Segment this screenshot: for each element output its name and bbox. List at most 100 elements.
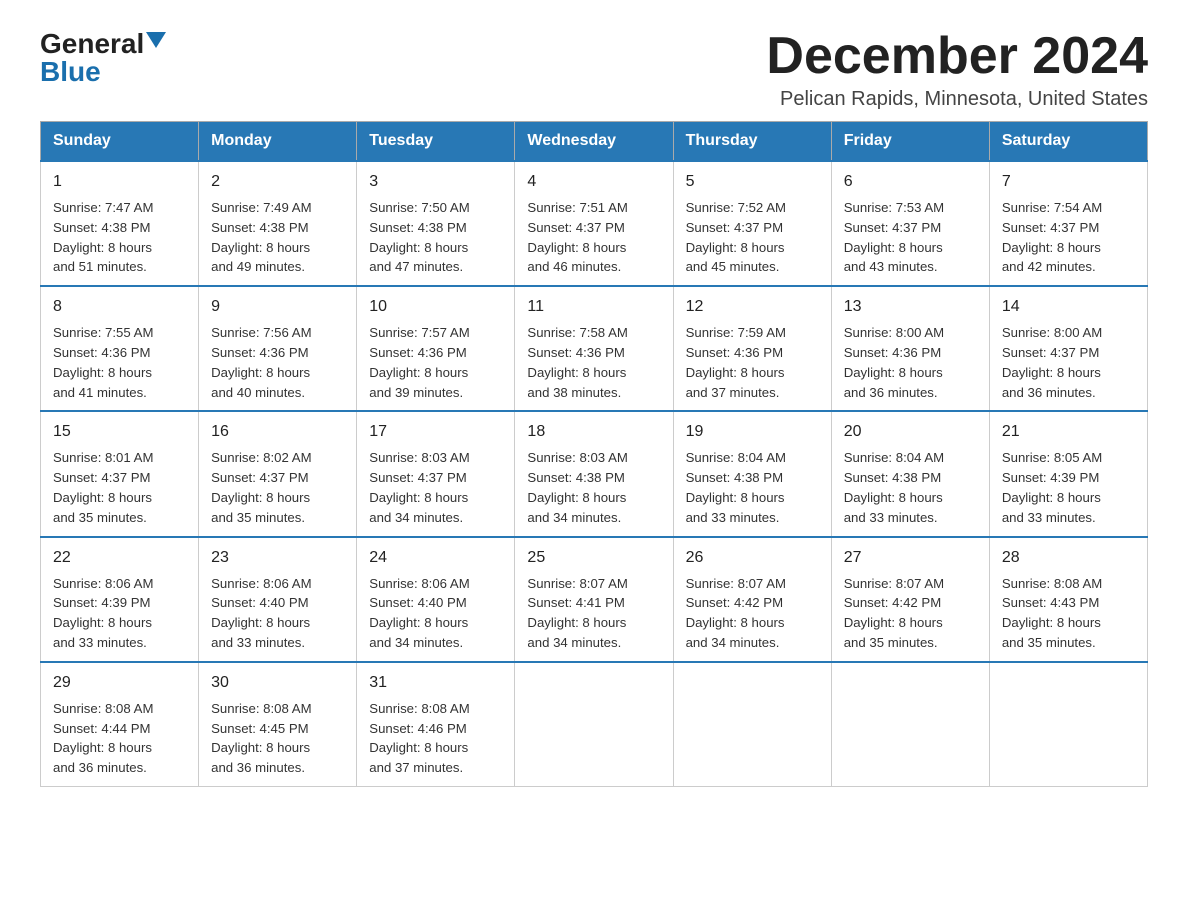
calendar-cell: 15 Sunrise: 8:01 AM Sunset: 4:37 PM Dayli… [41, 411, 199, 536]
day-number: 3 [369, 170, 502, 194]
day-info: Sunrise: 8:08 AM Sunset: 4:45 PM Dayligh… [211, 699, 344, 778]
day-of-week-header: Friday [831, 122, 989, 162]
calendar-cell: 20 Sunrise: 8:04 AM Sunset: 4:38 PM Dayli… [831, 411, 989, 536]
day-info: Sunrise: 7:58 AM Sunset: 4:36 PM Dayligh… [527, 323, 660, 402]
calendar-cell: 6 Sunrise: 7:53 AM Sunset: 4:37 PM Daylig… [831, 161, 989, 286]
calendar-cell: 26 Sunrise: 8:07 AM Sunset: 4:42 PM Dayli… [673, 537, 831, 662]
days-of-week-row: SundayMondayTuesdayWednesdayThursdayFrid… [41, 122, 1148, 162]
page-header: General Blue December 2024 Pelican Rapid… [40, 30, 1148, 111]
calendar-cell: 24 Sunrise: 8:06 AM Sunset: 4:40 PM Dayli… [357, 537, 515, 662]
day-number: 16 [211, 420, 344, 444]
day-number: 24 [369, 546, 502, 570]
day-info: Sunrise: 8:03 AM Sunset: 4:37 PM Dayligh… [369, 448, 502, 527]
day-info: Sunrise: 8:03 AM Sunset: 4:38 PM Dayligh… [527, 448, 660, 527]
logo: General Blue [40, 30, 166, 86]
day-number: 15 [53, 420, 186, 444]
calendar-week-row: 8Sunrise: 7:55 AM Sunset: 4:36 PM Daylig… [41, 286, 1148, 411]
day-info: Sunrise: 8:06 AM Sunset: 4:39 PM Dayligh… [53, 574, 186, 653]
day-number: 2 [211, 170, 344, 194]
day-of-week-header: Sunday [41, 122, 199, 162]
day-info: Sunrise: 8:04 AM Sunset: 4:38 PM Dayligh… [844, 448, 977, 527]
day-number: 4 [527, 170, 660, 194]
calendar-cell: 31 Sunrise: 8:08 AM Sunset: 4:46 PM Dayli… [357, 662, 515, 787]
day-number: 10 [369, 295, 502, 319]
day-of-week-header: Tuesday [357, 122, 515, 162]
day-of-week-header: Wednesday [515, 122, 673, 162]
calendar-cell: 1 Sunrise: 7:47 AM Sunset: 4:38 PM Daylig… [41, 161, 199, 286]
calendar-cell: 29 Sunrise: 8:08 AM Sunset: 4:44 PM Dayli… [41, 662, 199, 787]
calendar-cell: 9Sunrise: 7:56 AM Sunset: 4:36 PM Daylig… [199, 286, 357, 411]
day-info: Sunrise: 7:53 AM Sunset: 4:37 PM Dayligh… [844, 198, 977, 277]
day-info: Sunrise: 7:50 AM Sunset: 4:38 PM Dayligh… [369, 198, 502, 277]
day-info: Sunrise: 8:06 AM Sunset: 4:40 PM Dayligh… [369, 574, 502, 653]
calendar-cell: 30 Sunrise: 8:08 AM Sunset: 4:45 PM Dayli… [199, 662, 357, 787]
day-info: Sunrise: 8:08 AM Sunset: 4:43 PM Dayligh… [1002, 574, 1135, 653]
logo-triangle-icon [146, 32, 166, 48]
day-info: Sunrise: 7:57 AM Sunset: 4:36 PM Dayligh… [369, 323, 502, 402]
calendar-cell: 11 Sunrise: 7:58 AM Sunset: 4:36 PM Dayli… [515, 286, 673, 411]
day-number: 22 [53, 546, 186, 570]
day-number: 21 [1002, 420, 1135, 444]
day-info: Sunrise: 8:06 AM Sunset: 4:40 PM Dayligh… [211, 574, 344, 653]
calendar-cell [515, 662, 673, 787]
calendar-cell [831, 662, 989, 787]
calendar-cell: 2Sunrise: 7:49 AM Sunset: 4:38 PM Daylig… [199, 161, 357, 286]
calendar-cell [673, 662, 831, 787]
day-info: Sunrise: 8:01 AM Sunset: 4:37 PM Dayligh… [53, 448, 186, 527]
day-info: Sunrise: 7:54 AM Sunset: 4:37 PM Dayligh… [1002, 198, 1135, 277]
day-info: Sunrise: 8:07 AM Sunset: 4:42 PM Dayligh… [686, 574, 819, 653]
day-info: Sunrise: 8:08 AM Sunset: 4:44 PM Dayligh… [53, 699, 186, 778]
day-number: 20 [844, 420, 977, 444]
day-number: 7 [1002, 170, 1135, 194]
calendar-week-row: 1 Sunrise: 7:47 AM Sunset: 4:38 PM Daylig… [41, 161, 1148, 286]
day-info: Sunrise: 7:52 AM Sunset: 4:37 PM Dayligh… [686, 198, 819, 277]
calendar-cell: 18 Sunrise: 8:03 AM Sunset: 4:38 PM Dayli… [515, 411, 673, 536]
calendar-cell: 27 Sunrise: 8:07 AM Sunset: 4:42 PM Dayli… [831, 537, 989, 662]
day-info: Sunrise: 8:07 AM Sunset: 4:42 PM Dayligh… [844, 574, 977, 653]
day-info: Sunrise: 8:04 AM Sunset: 4:38 PM Dayligh… [686, 448, 819, 527]
day-number: 28 [1002, 546, 1135, 570]
day-number: 9 [211, 295, 344, 319]
calendar-header: SundayMondayTuesdayWednesdayThursdayFrid… [41, 122, 1148, 162]
calendar-cell: 23 Sunrise: 8:06 AM Sunset: 4:40 PM Dayli… [199, 537, 357, 662]
day-number: 13 [844, 295, 977, 319]
day-number: 23 [211, 546, 344, 570]
day-info: Sunrise: 7:59 AM Sunset: 4:36 PM Dayligh… [686, 323, 819, 402]
day-info: Sunrise: 7:47 AM Sunset: 4:38 PM Dayligh… [53, 198, 186, 277]
calendar-cell: 21 Sunrise: 8:05 AM Sunset: 4:39 PM Dayli… [989, 411, 1147, 536]
day-info: Sunrise: 7:51 AM Sunset: 4:37 PM Dayligh… [527, 198, 660, 277]
day-of-week-header: Saturday [989, 122, 1147, 162]
calendar-cell: 5 Sunrise: 7:52 AM Sunset: 4:37 PM Daylig… [673, 161, 831, 286]
calendar-cell: 19 Sunrise: 8:04 AM Sunset: 4:38 PM Dayli… [673, 411, 831, 536]
day-info: Sunrise: 8:07 AM Sunset: 4:41 PM Dayligh… [527, 574, 660, 653]
calendar-cell: 4 Sunrise: 7:51 AM Sunset: 4:37 PM Daylig… [515, 161, 673, 286]
day-number: 5 [686, 170, 819, 194]
calendar-week-row: 22 Sunrise: 8:06 AM Sunset: 4:39 PM Dayli… [41, 537, 1148, 662]
day-number: 17 [369, 420, 502, 444]
day-info: Sunrise: 8:00 AM Sunset: 4:37 PM Dayligh… [1002, 323, 1135, 402]
day-number: 8 [53, 295, 186, 319]
day-number: 11 [527, 295, 660, 319]
calendar-cell: 17 Sunrise: 8:03 AM Sunset: 4:37 PM Dayli… [357, 411, 515, 536]
calendar-cell: 13Sunrise: 8:00 AM Sunset: 4:36 PM Dayli… [831, 286, 989, 411]
day-number: 31 [369, 671, 502, 695]
logo-blue-text: Blue [40, 58, 101, 86]
day-number: 14 [1002, 295, 1135, 319]
day-number: 19 [686, 420, 819, 444]
title-block: December 2024 Pelican Rapids, Minnesota,… [766, 30, 1148, 111]
month-title: December 2024 [766, 30, 1148, 82]
day-info: Sunrise: 8:05 AM Sunset: 4:39 PM Dayligh… [1002, 448, 1135, 527]
day-number: 26 [686, 546, 819, 570]
location-subtitle: Pelican Rapids, Minnesota, United States [766, 88, 1148, 111]
day-number: 30 [211, 671, 344, 695]
day-number: 29 [53, 671, 186, 695]
day-number: 6 [844, 170, 977, 194]
calendar-week-row: 15 Sunrise: 8:01 AM Sunset: 4:37 PM Dayli… [41, 411, 1148, 536]
calendar-cell: 16Sunrise: 8:02 AM Sunset: 4:37 PM Dayli… [199, 411, 357, 536]
day-number: 12 [686, 295, 819, 319]
day-number: 25 [527, 546, 660, 570]
day-number: 18 [527, 420, 660, 444]
day-number: 1 [53, 170, 186, 194]
day-number: 27 [844, 546, 977, 570]
day-info: Sunrise: 8:08 AM Sunset: 4:46 PM Dayligh… [369, 699, 502, 778]
